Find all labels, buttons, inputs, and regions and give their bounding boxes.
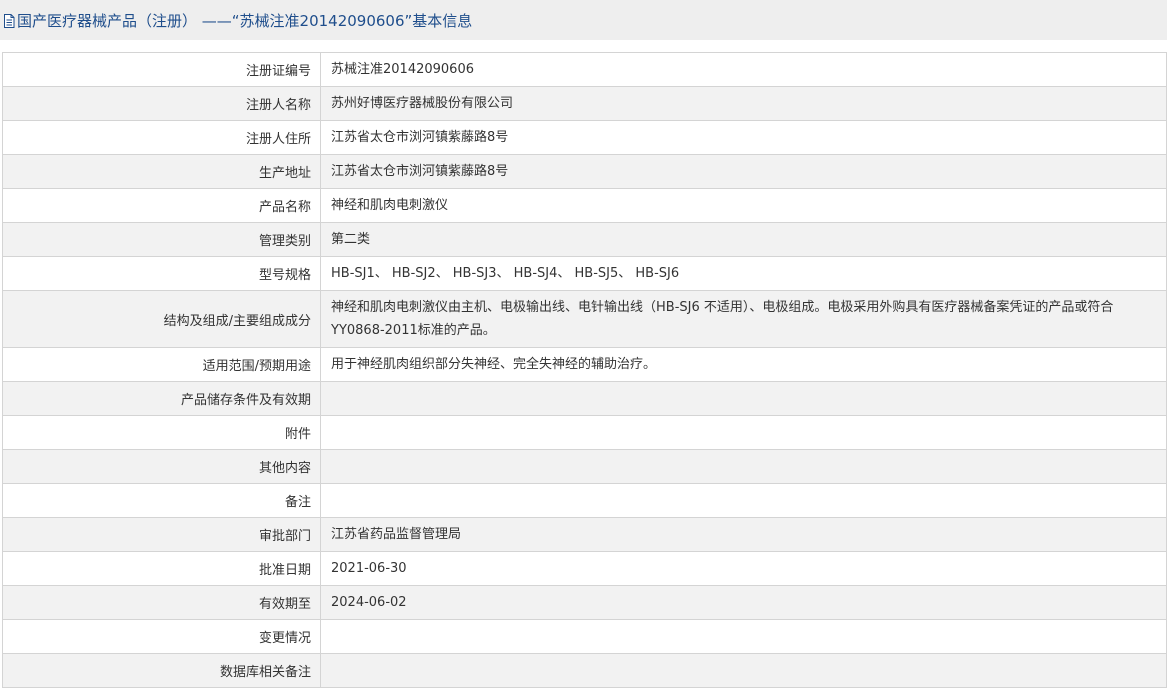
row-value xyxy=(320,415,1167,450)
row-label: 审批部门 xyxy=(2,517,321,552)
row-value: 第二类 xyxy=(320,222,1167,257)
row-label: 生产地址 xyxy=(2,154,321,189)
row-label: 注册人住所 xyxy=(2,120,321,155)
table-row: 其他内容 xyxy=(2,449,1167,484)
row-label: 变更情况 xyxy=(2,619,321,654)
row-label: 产品名称 xyxy=(2,188,321,223)
row-label: 有效期至 xyxy=(2,585,321,620)
info-table: 注册证编号 苏械注准20142090606 注册人名称 苏州好博医疗器械股份有限… xyxy=(2,52,1167,688)
table-row: 注册证编号 苏械注准20142090606 xyxy=(2,52,1167,87)
table-row: 注册人住所 江苏省太仓市浏河镇紫藤路8号 xyxy=(2,120,1167,155)
row-value: 神经和肌肉电刺激仪 xyxy=(320,188,1167,223)
row-value: HB-SJ1、 HB-SJ2、 HB-SJ3、 HB-SJ4、 HB-SJ5、 … xyxy=(320,256,1167,291)
table-row: 审批部门 江苏省药品监督管理局 xyxy=(2,517,1167,552)
row-label: 管理类别 xyxy=(2,222,321,257)
row-label: 注册人名称 xyxy=(2,86,321,121)
row-label: 附件 xyxy=(2,415,321,450)
row-value xyxy=(320,449,1167,484)
row-value: 江苏省太仓市浏河镇紫藤路8号 xyxy=(320,120,1167,155)
row-label: 型号规格 xyxy=(2,256,321,291)
table-row: 注册人名称 苏州好博医疗器械股份有限公司 xyxy=(2,86,1167,121)
table-row: 型号规格 HB-SJ1、 HB-SJ2、 HB-SJ3、 HB-SJ4、 HB-… xyxy=(2,256,1167,291)
table-row: 结构及组成/主要组成成分 神经和肌肉电刺激仪由主机、电极输出线、电针输出线（HB… xyxy=(2,290,1167,348)
row-label: 其他内容 xyxy=(2,449,321,484)
table-row: 适用范围/预期用途 用于神经肌肉组织部分失神经、完全失神经的辅助治疗。 xyxy=(2,347,1167,382)
table-row: 产品名称 神经和肌肉电刺激仪 xyxy=(2,188,1167,223)
page-title: 国产医疗器械产品（注册） ——“苏械注准20142090606”基本信息 xyxy=(17,11,473,30)
document-icon xyxy=(3,13,15,28)
page-header: 国产医疗器械产品（注册） ——“苏械注准20142090606”基本信息 xyxy=(0,0,1167,40)
row-value xyxy=(320,483,1167,518)
row-value: 苏械注准20142090606 xyxy=(320,52,1167,87)
row-label: 结构及组成/主要组成成分 xyxy=(2,290,321,348)
row-value: 江苏省太仓市浏河镇紫藤路8号 xyxy=(320,154,1167,189)
row-label: 适用范围/预期用途 xyxy=(2,347,321,382)
row-value xyxy=(320,619,1167,654)
row-value: 神经和肌肉电刺激仪由主机、电极输出线、电针输出线（HB-SJ6 不适用）、电极组… xyxy=(320,290,1167,348)
row-label: 产品储存条件及有效期 xyxy=(2,381,321,416)
table-row: 数据库相关备注 xyxy=(2,653,1167,688)
row-label: 批准日期 xyxy=(2,551,321,586)
row-value: 2024-06-02 xyxy=(320,585,1167,620)
table-row: 备注 xyxy=(2,483,1167,518)
table-row: 有效期至 2024-06-02 xyxy=(2,585,1167,620)
table-row: 生产地址 江苏省太仓市浏河镇紫藤路8号 xyxy=(2,154,1167,189)
row-value: 2021-06-30 xyxy=(320,551,1167,586)
table-row: 管理类别 第二类 xyxy=(2,222,1167,257)
table-row: 附件 xyxy=(2,415,1167,450)
row-value: 江苏省药品监督管理局 xyxy=(320,517,1167,552)
row-label: 备注 xyxy=(2,483,321,518)
table-row: 批准日期 2021-06-30 xyxy=(2,551,1167,586)
table-row: 产品储存条件及有效期 xyxy=(2,381,1167,416)
row-label: 注册证编号 xyxy=(2,52,321,87)
table-row: 变更情况 xyxy=(2,619,1167,654)
row-value: 用于神经肌肉组织部分失神经、完全失神经的辅助治疗。 xyxy=(320,347,1167,382)
row-value: 苏州好博医疗器械股份有限公司 xyxy=(320,86,1167,121)
row-label: 数据库相关备注 xyxy=(2,653,321,688)
row-value xyxy=(320,653,1167,688)
row-value xyxy=(320,381,1167,416)
